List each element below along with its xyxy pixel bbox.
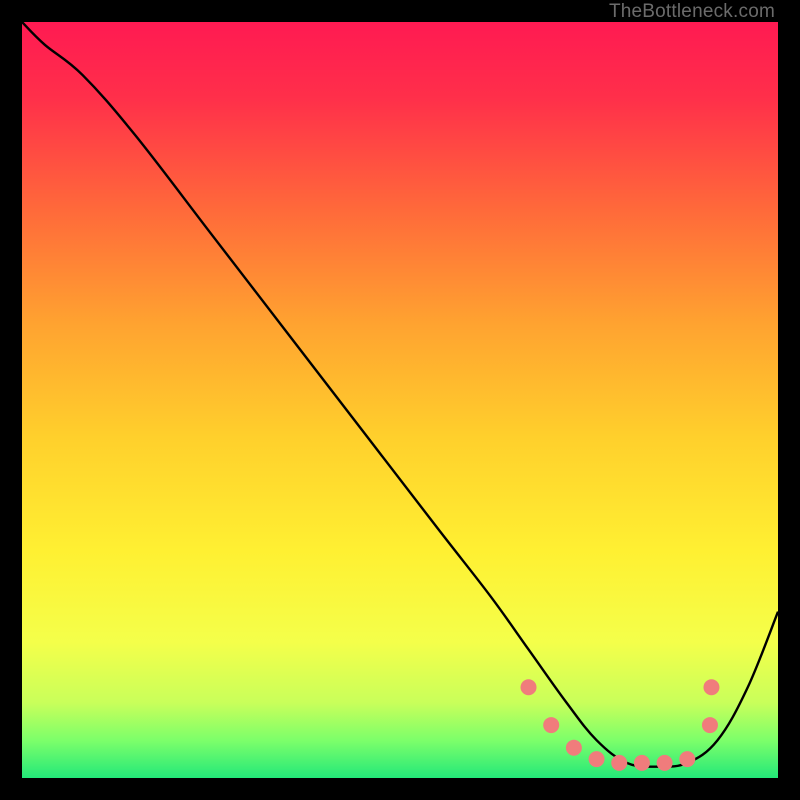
watermark-text: TheBottleneck.com bbox=[609, 1, 775, 23]
background-gradient bbox=[22, 22, 778, 778]
plot-area bbox=[22, 22, 778, 778]
chart-frame: TheBottleneck.com bbox=[0, 0, 800, 800]
